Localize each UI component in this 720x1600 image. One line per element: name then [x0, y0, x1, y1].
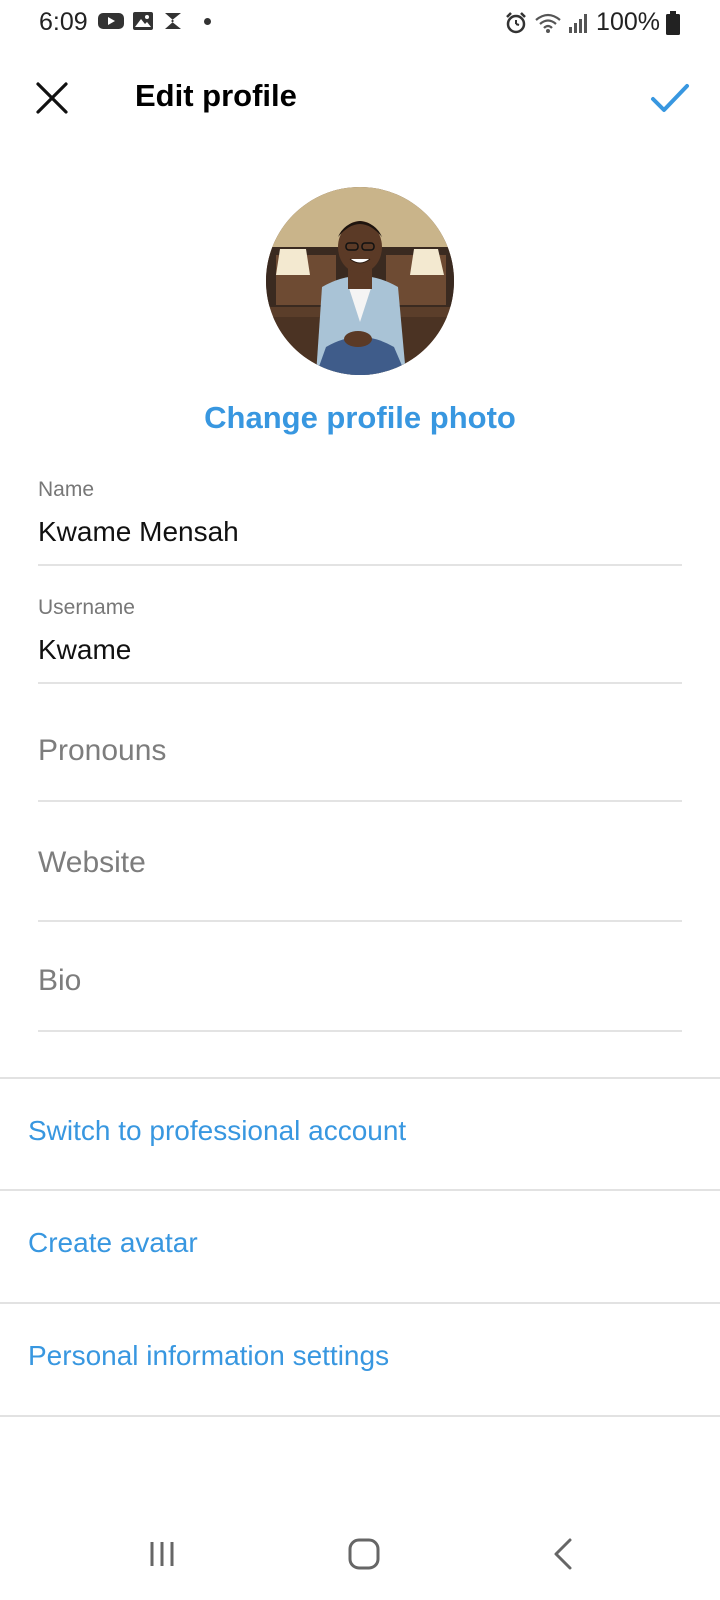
website-placeholder[interactable]: Website [38, 846, 146, 880]
youtube-icon [98, 13, 124, 29]
username-label: Username [38, 596, 135, 619]
status-bar: 6:09 100% [0, 0, 720, 46]
name-label: Name [38, 478, 95, 501]
create-avatar-link[interactable]: Create avatar [28, 1227, 198, 1259]
personal-info-link[interactable]: Personal information settings [28, 1340, 389, 1372]
website-field[interactable]: Website [38, 822, 682, 922]
notification-dot [204, 17, 211, 25]
recents-icon [150, 1542, 174, 1566]
status-right-icons: 100% [504, 8, 680, 37]
change-profile-photo-link[interactable]: Change profile photo [0, 400, 720, 436]
alarm-icon [506, 11, 526, 33]
system-nav-bar [0, 1520, 720, 1590]
header: Edit profile [0, 56, 720, 140]
personal-info-row[interactable]: Personal information settings [0, 1304, 720, 1414]
app-s-icon [165, 13, 181, 29]
close-icon [36, 82, 68, 114]
recents-button[interactable] [140, 1534, 184, 1574]
home-icon [348, 1538, 380, 1570]
gallery-icon [133, 12, 153, 30]
profile-photo [266, 187, 454, 375]
pronouns-placeholder[interactable]: Pronouns [38, 734, 166, 768]
wifi-icon [535, 13, 561, 33]
status-time: 6:09 [39, 8, 88, 36]
username-value[interactable]: Kwame [38, 634, 131, 666]
home-button[interactable] [342, 1534, 386, 1574]
divider [0, 1415, 720, 1417]
pronouns-field[interactable]: Pronouns [38, 712, 682, 802]
checkmark-icon [651, 84, 689, 112]
back-icon [554, 1538, 572, 1570]
username-field[interactable]: Username Kwame [38, 594, 682, 684]
bio-placeholder[interactable]: Bio [38, 964, 81, 998]
name-value[interactable]: Kwame Mensah [38, 516, 239, 548]
page-title: Edit profile [135, 78, 297, 113]
back-button[interactable] [542, 1534, 586, 1574]
close-button[interactable] [30, 76, 74, 120]
switch-professional-row[interactable]: Switch to professional account [0, 1079, 720, 1189]
signal-icon [569, 13, 588, 33]
create-avatar-row[interactable]: Create avatar [0, 1191, 720, 1301]
battery-percent: 100% [596, 8, 660, 36]
battery-icon [666, 10, 680, 35]
switch-professional-link[interactable]: Switch to professional account [28, 1115, 406, 1147]
status-left-icons [98, 10, 211, 32]
done-button[interactable] [648, 76, 692, 120]
profile-avatar[interactable] [266, 187, 454, 375]
name-field[interactable]: Name Kwame Mensah [38, 476, 682, 566]
bio-field[interactable]: Bio [38, 940, 682, 1032]
